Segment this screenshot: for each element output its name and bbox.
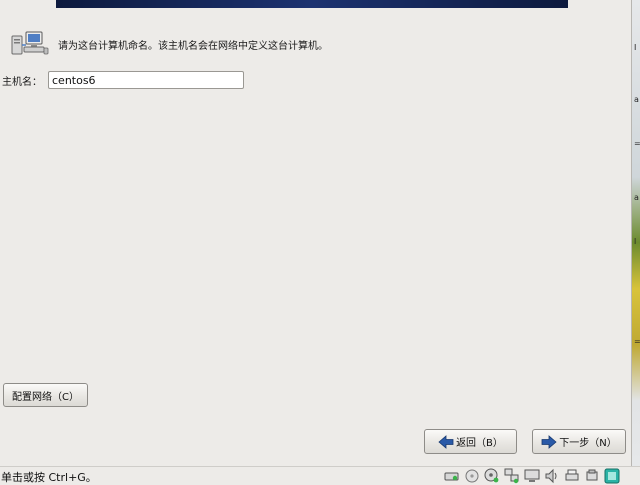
printer-icon[interactable] bbox=[564, 468, 580, 484]
audio-icon[interactable] bbox=[544, 468, 560, 484]
back-button[interactable]: 返回（B） bbox=[424, 429, 517, 454]
arrow-left-icon bbox=[438, 434, 454, 449]
device-tray bbox=[444, 468, 624, 484]
next-button[interactable]: 下一步（N） bbox=[532, 429, 626, 454]
display-icon[interactable] bbox=[524, 468, 540, 484]
optical-drive-icon[interactable] bbox=[464, 468, 480, 484]
hostname-input[interactable] bbox=[48, 71, 244, 89]
network-icon[interactable] bbox=[504, 468, 520, 484]
background-window-edge: I a = a l = bbox=[631, 0, 640, 466]
hard-disk-icon[interactable] bbox=[444, 468, 460, 484]
next-label: 下一步（N） bbox=[559, 438, 617, 449]
vm-icon[interactable] bbox=[604, 468, 620, 484]
back-label: 返回（B） bbox=[456, 438, 503, 449]
hostname-instruction: 请为这台计算机命名。该主机名会在网络中定义这台计算机。 bbox=[10, 30, 328, 58]
configure-network-button[interactable]: 配置网络（C） bbox=[3, 383, 88, 407]
hostname-row: 主机名： bbox=[2, 71, 244, 89]
hostname-instruction-text: 请为这台计算机命名。该主机名会在网络中定义这台计算机。 bbox=[58, 40, 328, 52]
hostname-label: 主机名： bbox=[2, 76, 42, 88]
usb-icon[interactable] bbox=[584, 468, 600, 484]
vm-status-bar: 单击或按 Ctrl+G。 bbox=[0, 466, 640, 485]
configure-network-label: 配置网络（C） bbox=[12, 391, 79, 403]
cd-icon[interactable] bbox=[484, 468, 500, 484]
installer-banner bbox=[56, 0, 568, 8]
network-computers-icon bbox=[11, 31, 49, 55]
arrow-right-icon bbox=[541, 434, 557, 449]
status-hint: 单击或按 Ctrl+G。 bbox=[1, 471, 97, 484]
